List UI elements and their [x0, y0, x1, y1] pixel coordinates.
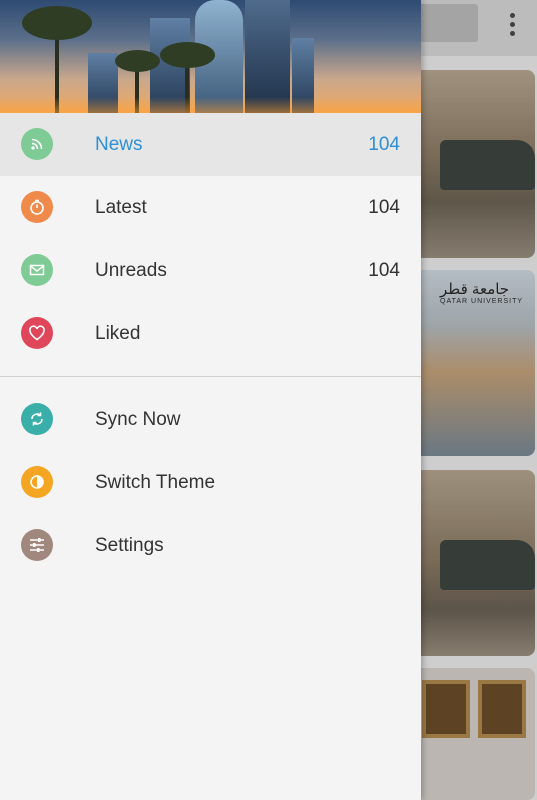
- navigation-drawer: News 104 Latest 104 Unreads 104 Liked Sy…: [0, 0, 421, 800]
- rss-icon: [21, 128, 53, 160]
- drawer-item-liked[interactable]: Liked: [0, 302, 421, 365]
- drawer-item-label: Unreads: [95, 259, 167, 281]
- drawer-divider: [0, 376, 421, 377]
- drawer-item-label: Switch Theme: [95, 471, 216, 493]
- drawer-item-settings[interactable]: Settings: [0, 514, 421, 577]
- theme-icon: [21, 466, 53, 498]
- drawer-item-label: News: [95, 133, 143, 155]
- drawer-item-unreads[interactable]: Unreads 104: [0, 239, 421, 302]
- drawer-item-label: Sync Now: [95, 408, 181, 430]
- sync-icon: [21, 403, 53, 435]
- unread-count: 104: [368, 196, 400, 218]
- sliders-icon: [21, 529, 53, 561]
- mail-icon: [21, 254, 53, 286]
- timer-icon: [21, 191, 53, 223]
- drawer-item-latest[interactable]: Latest 104: [0, 176, 421, 239]
- unread-count: 104: [368, 133, 400, 155]
- drawer-item-news[interactable]: News 104: [0, 113, 421, 176]
- drawer-header-image: [0, 0, 421, 113]
- unread-count: 104: [368, 259, 400, 281]
- drawer-item-label: Settings: [95, 534, 164, 556]
- drawer-item-sync-now[interactable]: Sync Now: [0, 388, 421, 451]
- drawer-item-label: Latest: [95, 196, 147, 218]
- drawer-item-switch-theme[interactable]: Switch Theme: [0, 451, 421, 514]
- drawer-item-label: Liked: [95, 322, 141, 344]
- heart-icon: [21, 317, 53, 349]
